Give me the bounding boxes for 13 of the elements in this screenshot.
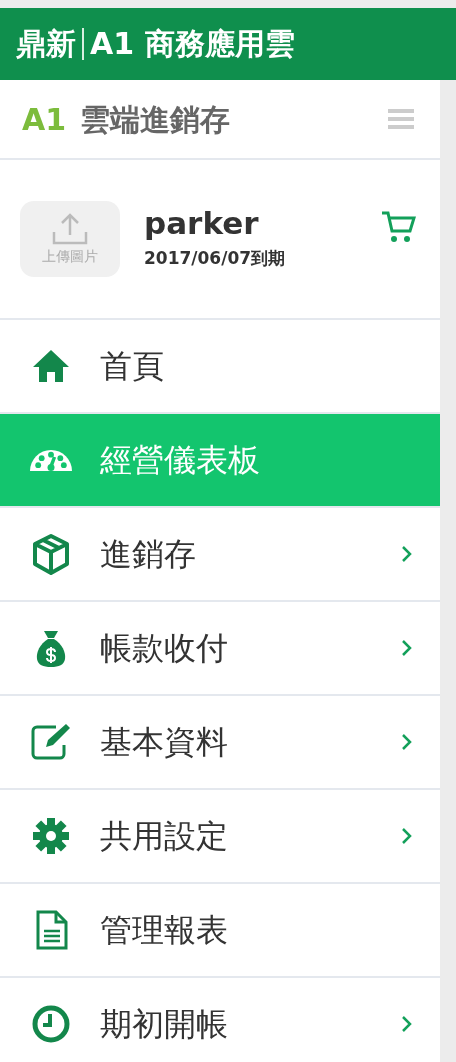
logo-name: 雲端進銷存 [80, 100, 231, 139]
logo-mark: A1 [22, 100, 67, 139]
brand-name: 鼎新 [16, 29, 76, 59]
cart-icon[interactable] [380, 210, 416, 244]
box-icon [30, 533, 72, 575]
upload-icon [51, 211, 89, 246]
clock-icon [30, 1003, 72, 1045]
gear-icon [30, 815, 72, 857]
username: parker [144, 206, 260, 241]
expiry-date: 2017/06/07到期 [144, 247, 286, 271]
app-title: A1 商務應用雲 [90, 29, 295, 59]
gauge-icon [30, 449, 72, 471]
edit-icon [30, 721, 72, 763]
